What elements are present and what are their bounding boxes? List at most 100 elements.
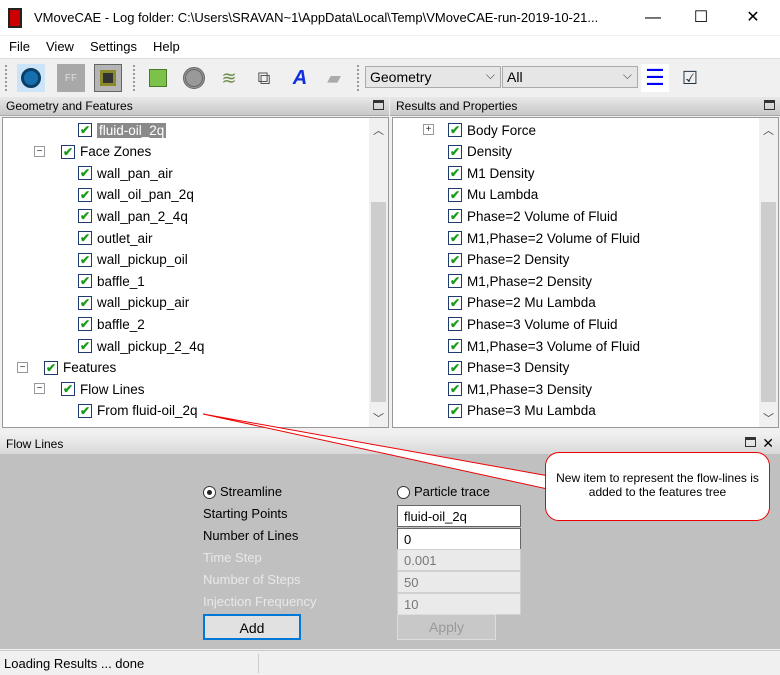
scrollbar[interactable]: ︿ ﹀: [759, 118, 778, 427]
menu-help[interactable]: Help: [153, 39, 180, 54]
tree-item[interactable]: ✔ From fluid-oil_2q: [78, 401, 198, 421]
tree-item[interactable]: ✔ Phase=3 Density: [448, 358, 569, 378]
tree-item[interactable]: ✔ Density: [448, 142, 512, 162]
checkbox[interactable]: ✔: [448, 166, 462, 181]
tree-item[interactable]: ✔ M1,Phase=2 Volume of Fluid: [448, 228, 640, 248]
layers-add-icon[interactable]: ⧉: [250, 64, 278, 92]
stack-icon[interactable]: ▰: [320, 64, 348, 92]
text-a-icon[interactable]: A: [286, 64, 314, 92]
restore-icon[interactable]: [373, 100, 384, 110]
tree-item[interactable]: + ✔ Body Force: [423, 120, 536, 140]
checkbox[interactable]: ✔: [448, 295, 462, 310]
toolbar-grip[interactable]: [133, 65, 136, 91]
scroll-up-icon[interactable]: ︿: [369, 122, 388, 138]
check-all-icon[interactable]: ☑: [676, 64, 704, 92]
checkbox[interactable]: ✔: [448, 252, 462, 267]
checkbox[interactable]: ✔: [448, 231, 462, 245]
checkbox[interactable]: ✔: [448, 144, 462, 159]
flow-icon[interactable]: ≋: [215, 64, 243, 92]
tree-item[interactable]: ✔ M1,Phase=3 Volume of Fluid: [448, 336, 640, 356]
tree-item[interactable]: ✔ Phase=2 Mu Lambda: [448, 293, 596, 313]
checkbox[interactable]: ✔: [448, 339, 462, 353]
disc-icon[interactable]: [180, 64, 208, 92]
checkbox[interactable]: ✔: [78, 166, 92, 181]
toolbar-grip[interactable]: [357, 65, 360, 91]
close-button[interactable]: ✕: [730, 6, 776, 30]
scroll-down-icon[interactable]: ﹀: [759, 410, 778, 426]
tree-item[interactable]: ✔ wall_pickup_2_4q: [78, 336, 204, 356]
checkbox[interactable]: ✔: [78, 274, 92, 289]
menu-file[interactable]: File: [9, 39, 30, 54]
geometry-cube-icon[interactable]: [144, 64, 172, 92]
streamline-radio[interactable]: Streamline: [203, 484, 282, 500]
checkbox[interactable]: ✔: [448, 382, 462, 397]
checkbox[interactable]: ✔: [448, 403, 462, 418]
collapse-icon[interactable]: −: [34, 145, 45, 157]
menu-settings[interactable]: Settings: [90, 39, 137, 54]
minimize-button[interactable]: —: [630, 6, 676, 30]
list-icon[interactable]: ☰: [641, 64, 669, 92]
tree-item[interactable]: ✔ wall_oil_pan_2q: [78, 185, 194, 205]
collapse-icon[interactable]: −: [34, 383, 45, 395]
checkbox[interactable]: ✔: [448, 187, 462, 202]
tree-item[interactable]: ✔ M1 Density: [448, 163, 535, 183]
tree-item[interactable]: ✔ wall_pan_2_4q: [78, 206, 188, 226]
open-icon[interactable]: [17, 64, 45, 92]
scroll-up-icon[interactable]: ︿: [759, 122, 778, 138]
tree-item[interactable]: ✔ Phase=3 Volume of Fluid: [448, 314, 617, 334]
checkbox[interactable]: ✔: [78, 403, 92, 418]
toolbar-grip[interactable]: [5, 65, 8, 91]
tree-item[interactable]: ✔ Mu Lambda: [448, 185, 538, 205]
geometry-combo[interactable]: Geometry ⌵: [365, 66, 501, 88]
tree-item[interactable]: ✔ wall_pickup_air: [78, 293, 189, 313]
checkbox[interactable]: ✔: [78, 252, 92, 267]
tree-item[interactable]: ✔ M1,Phase=2 Density: [448, 271, 592, 291]
checkbox[interactable]: ✔: [78, 231, 92, 245]
checkbox[interactable]: ✔: [78, 339, 92, 353]
checkbox[interactable]: ✔: [448, 317, 462, 332]
checkbox[interactable]: ✔: [78, 187, 92, 202]
particle-trace-radio[interactable]: Particle trace: [397, 484, 490, 500]
checkbox[interactable]: ✔: [61, 144, 75, 159]
tree-item[interactable]: − ✔ Features: [17, 358, 116, 378]
checkbox[interactable]: ✔: [78, 317, 92, 332]
checkbox[interactable]: ✔: [448, 274, 462, 289]
checkbox[interactable]: ✔: [448, 209, 462, 224]
scroll-thumb[interactable]: [371, 202, 386, 402]
tree-item[interactable]: ✔ wall_pan_air: [78, 163, 173, 183]
close-icon[interactable]: ✕: [762, 435, 774, 452]
maximize-button[interactable]: ☐: [678, 6, 724, 30]
tree-item[interactable]: ✔ fluid-oil_2q: [78, 120, 167, 140]
collapse-icon[interactable]: −: [17, 361, 28, 373]
scrollbar[interactable]: ︿ ﹀: [369, 118, 388, 427]
number-of-lines-input[interactable]: 0: [397, 528, 521, 550]
scroll-down-icon[interactable]: ﹀: [369, 410, 388, 426]
checkbox[interactable]: ✔: [78, 295, 92, 310]
tree-item[interactable]: ✔ baffle_2: [78, 314, 145, 334]
checkbox[interactable]: ✔: [78, 123, 92, 137]
filter-combo[interactable]: All ⌵: [502, 66, 638, 88]
checkbox[interactable]: ✔: [44, 360, 58, 375]
tree-item[interactable]: ✔ outlet_air: [78, 228, 153, 248]
restore-icon[interactable]: [745, 437, 756, 447]
tree-item[interactable]: ✔ baffle_1: [78, 271, 145, 291]
ff-icon[interactable]: FF: [57, 64, 85, 92]
checkbox[interactable]: ✔: [61, 382, 75, 397]
tree-item[interactable]: ✔ wall_pickup_oil: [78, 250, 188, 270]
starting-points-input[interactable]: fluid-oil_2q: [397, 505, 521, 527]
tree-item[interactable]: ✔ Phase=2 Volume of Fluid: [448, 206, 617, 226]
save-icon[interactable]: [94, 64, 122, 92]
menu-view[interactable]: View: [46, 39, 74, 54]
scroll-thumb[interactable]: [761, 202, 776, 402]
expand-icon[interactable]: +: [423, 124, 434, 135]
restore-icon[interactable]: [764, 100, 775, 110]
checkbox[interactable]: ✔: [448, 123, 462, 137]
add-button[interactable]: Add: [203, 614, 301, 640]
tree-item[interactable]: ✔ M1,Phase=3 Density: [448, 379, 592, 399]
tree-item[interactable]: ✔ Phase=3 Mu Lambda: [448, 401, 596, 421]
tree-item[interactable]: ✔ Phase=2 Density: [448, 250, 569, 270]
checkbox[interactable]: ✔: [78, 209, 92, 224]
tree-item[interactable]: − ✔ Flow Lines: [34, 379, 145, 399]
checkbox[interactable]: ✔: [448, 360, 462, 375]
tree-item[interactable]: − ✔ Face Zones: [34, 142, 151, 162]
